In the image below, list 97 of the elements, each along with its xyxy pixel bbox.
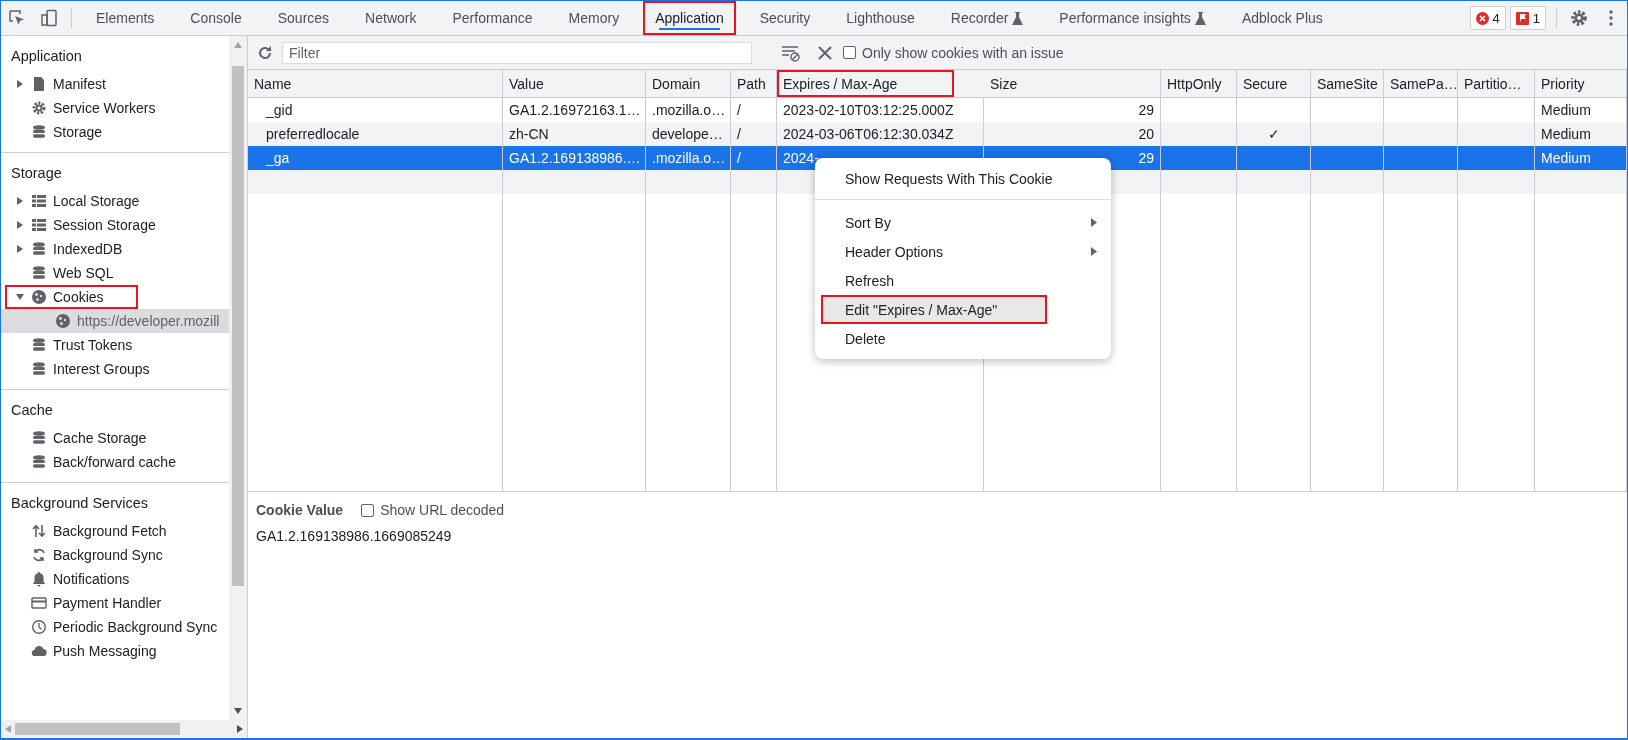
sidebar-item[interactable]: Back/forward cache: [1, 450, 229, 474]
cookie-value-title: Cookie Value: [256, 502, 344, 518]
column-header[interactable]: Domain: [646, 70, 731, 97]
error-count[interactable]: 4: [1469, 6, 1506, 30]
column-header[interactable]: Name: [248, 70, 503, 97]
issue-count[interactable]: 1: [1509, 6, 1546, 30]
database-icon: [31, 337, 47, 353]
panel-tab[interactable]: Network: [353, 1, 429, 35]
sidebar-item[interactable]: Web SQL: [1, 261, 229, 285]
close-icon[interactable]: [815, 43, 835, 62]
sidebar-item[interactable]: Manifest: [1, 72, 229, 96]
cookie-icon: [55, 313, 71, 329]
panel-tab[interactable]: Lighthouse: [834, 1, 927, 35]
panel-tab[interactable]: Application: [643, 1, 736, 35]
sidebar-item[interactable]: https://developer.mozill: [1, 309, 229, 333]
gear-icon: [31, 100, 47, 116]
expand-arrow-icon[interactable]: [16, 197, 24, 205]
column-header[interactable]: Expires / Max-Age: [777, 70, 954, 97]
sidebar-item[interactable]: Interest Groups: [1, 357, 229, 381]
column-header[interactable]: Priority: [1535, 70, 1627, 97]
url-decoded-checkbox[interactable]: Show URL decoded: [361, 502, 505, 518]
column-header[interactable]: Path: [731, 70, 777, 97]
grid-icon: [31, 217, 47, 233]
flask-icon: [1012, 11, 1024, 25]
cloud-icon: [31, 643, 47, 659]
panel-tab[interactable]: Recorder: [938, 1, 1036, 35]
panel-tab[interactable]: Sources: [265, 1, 342, 35]
flask-icon: [1194, 11, 1206, 25]
sync-icon: [31, 547, 47, 563]
sidebar-item[interactable]: Background Fetch: [1, 519, 229, 543]
sidebar-item[interactable]: Payment Handler: [1, 591, 229, 615]
horizontal-scrollbar[interactable]: [1, 720, 247, 738]
database-icon: [31, 124, 47, 140]
panel-tab[interactable]: Console: [178, 1, 254, 35]
issue-filter-checkbox[interactable]: Only show cookies with an issue: [843, 44, 1064, 61]
panel-tab[interactable]: Performance insights: [1047, 1, 1218, 35]
menu-item[interactable]: Show Requests With This Cookie: [815, 164, 1111, 200]
section-title: Background Services: [10, 494, 149, 513]
sidebar-item[interactable]: Cache Storage: [1, 426, 229, 450]
panel-tab[interactable]: Elements: [84, 1, 167, 35]
column-header[interactable]: Value: [503, 70, 646, 97]
section-title: Application: [10, 47, 83, 66]
clear-filter-icon[interactable]: [781, 43, 801, 62]
database-icon: [31, 361, 47, 377]
column-header[interactable]: SameSite: [1311, 70, 1384, 97]
menu-item[interactable]: Sort By: [815, 208, 1111, 237]
panel-tab[interactable]: Memory: [556, 1, 632, 35]
card-icon: [31, 595, 47, 611]
arrows-icon: [31, 523, 47, 539]
collapse-arrow-icon[interactable]: [16, 293, 24, 301]
expand-arrow-icon[interactable]: [16, 221, 24, 229]
sidebar-item[interactable]: Local Storage: [1, 189, 229, 213]
cookie-value: GA1.2.169138986.1669085249: [256, 528, 453, 544]
sidebar-item[interactable]: Session Storage: [1, 213, 229, 237]
column-header[interactable]: Partitio…: [1458, 70, 1535, 97]
sidebar-item[interactable]: Push Messaging: [1, 639, 229, 663]
scroll-down-icon[interactable]: [234, 708, 242, 714]
panel-tab[interactable]: Security: [747, 1, 823, 35]
clock-icon: [31, 619, 47, 635]
sidebar-item[interactable]: Trust Tokens: [1, 333, 229, 357]
submenu-arrow-icon: [1091, 218, 1097, 227]
grid-icon: [31, 193, 47, 209]
menu-item[interactable]: Refresh: [815, 266, 1111, 295]
panel-tab[interactable]: Performance: [440, 1, 545, 35]
sidebar-item[interactable]: Periodic Background Sync: [1, 615, 229, 639]
expand-arrow-icon[interactable]: [16, 80, 24, 88]
column-header[interactable]: Size: [984, 70, 1161, 97]
menu-item[interactable]: Delete: [815, 324, 1111, 353]
database-icon: [31, 430, 47, 446]
table-row[interactable]: preferredlocale zh-CN develope… / 2024-03-06T06:12:30.034Z 20 ✓ Medium: [248, 122, 1627, 146]
sidebar-item[interactable]: IndexedDB: [1, 237, 229, 261]
error-icon: [1475, 11, 1489, 25]
filter-field[interactable]: Filter: [282, 41, 752, 64]
panel-tab[interactable]: Adblock Plus: [1229, 1, 1335, 35]
column-header[interactable]: Secure: [1237, 70, 1311, 97]
column-header[interactable]: SamePa…: [1384, 70, 1458, 97]
cookie-icon: [31, 289, 47, 305]
database-icon: [31, 265, 47, 281]
sidebar-item[interactable]: Cookies: [5, 285, 138, 309]
menu-item[interactable]: Edit "Expires / Max-Age": [821, 295, 1047, 324]
sidebar-item[interactable]: Notifications: [1, 567, 229, 591]
sidebar-item[interactable]: Service Workers: [1, 96, 229, 120]
flag-icon: [1515, 11, 1529, 25]
scroll-right-icon[interactable]: [237, 725, 243, 733]
section-title: Storage: [10, 164, 63, 183]
submenu-arrow-icon: [1091, 247, 1097, 256]
section-title: Cache: [10, 401, 54, 420]
vertical-scrollbar[interactable]: [229, 36, 247, 720]
file-icon: [31, 76, 47, 92]
expand-arrow-icon[interactable]: [16, 245, 24, 253]
column-header[interactable]: HttpOnly: [1161, 70, 1237, 97]
database-icon: [31, 241, 47, 257]
sidebar-item[interactable]: Storage: [1, 120, 229, 144]
bell-icon: [31, 571, 47, 587]
database-icon: [31, 454, 47, 470]
menu-item[interactable]: Header Options: [815, 237, 1111, 266]
sidebar-item[interactable]: Background Sync: [1, 543, 229, 567]
